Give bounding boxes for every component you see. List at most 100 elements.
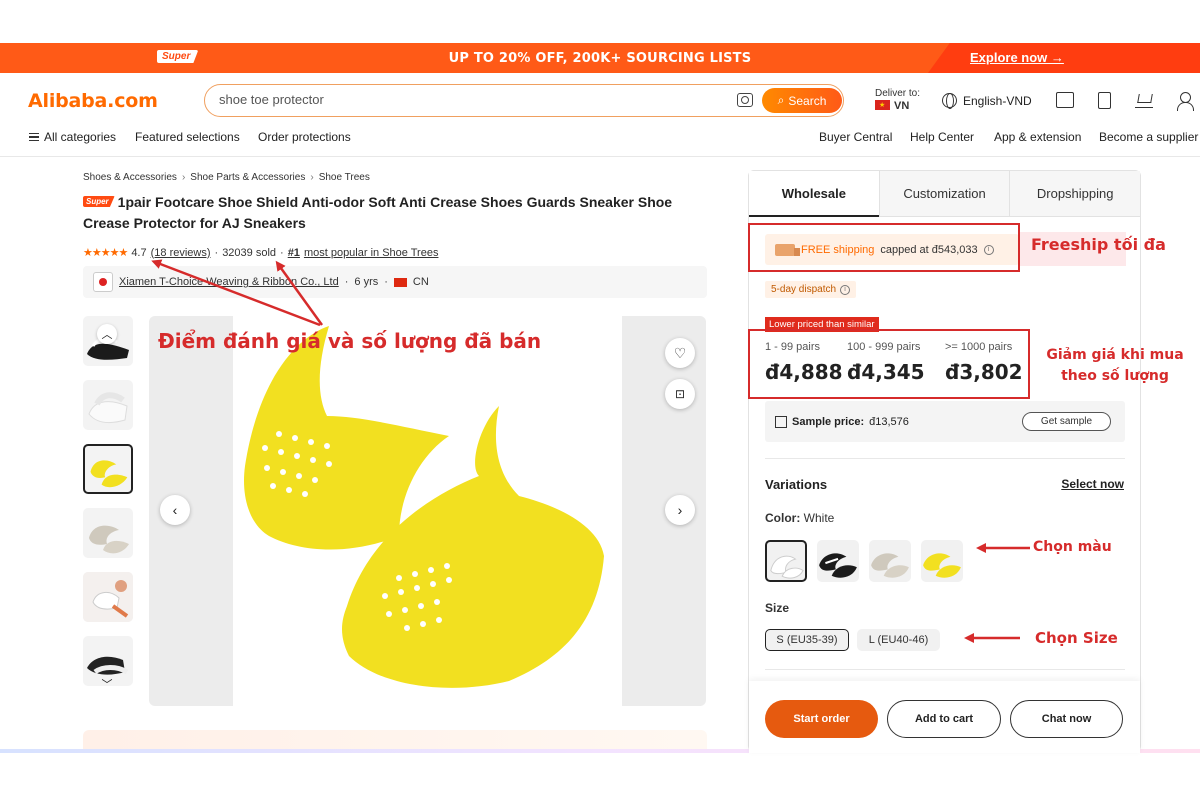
add-to-cart-button[interactable]: Add to cart — [887, 700, 1001, 738]
panel-tabs: Wholesale Customization Dropshipping — [749, 171, 1141, 217]
search-button-label: Search — [788, 93, 827, 108]
sample-price-value: đ13,576 — [869, 415, 909, 428]
size-option-l[interactable]: L (EU40-46) — [857, 629, 940, 651]
language-label: English-VND — [963, 93, 1032, 108]
popular-rank[interactable]: #1 — [288, 247, 300, 259]
subnav-help-center[interactable]: Help Center — [910, 130, 974, 144]
color-swatch-yellow[interactable] — [921, 540, 963, 582]
annotation-freeship: Freeship tối đa — [1031, 235, 1166, 254]
thumbnail-5[interactable] — [83, 572, 133, 622]
promo-strip — [83, 730, 707, 750]
size-option-s[interactable]: S (EU35-39) — [765, 629, 849, 651]
favorite-heart-icon[interactable]: ♡ — [665, 338, 695, 368]
promo-banner[interactable]: Super UP TO 20% OFF, 200K+ SOURCING LIST… — [0, 43, 1200, 73]
product-title-text: 1pair Footcare Shoe Shield Anti-odor Sof… — [83, 194, 673, 231]
next-image-icon[interactable]: › — [665, 495, 695, 525]
thumbnail-up-arrow-icon[interactable]: ︿ — [97, 324, 117, 344]
breadcrumb-item[interactable]: Shoe Parts & Accessories — [190, 172, 305, 183]
sample-price-box: Sample price: đ13,576 Get sample — [765, 401, 1125, 442]
orders-icon[interactable] — [1098, 92, 1111, 109]
info-icon[interactable]: i — [840, 284, 851, 295]
search-button[interactable]: ⌕ Search — [762, 88, 842, 113]
promo-text: UP TO 20% OFF, 200K+ SOURCING LISTS — [448, 50, 752, 66]
main-product-image[interactable]: ‹ › ♡ ⊡ — [149, 316, 706, 706]
super-badge: Super — [83, 196, 115, 207]
annotation-discount-line2: theo số lượng — [1061, 368, 1169, 384]
prev-image-icon[interactable]: ‹ — [160, 495, 190, 525]
dot-separator: · — [384, 276, 388, 288]
color-label: Color: White — [765, 511, 834, 525]
reviews-link[interactable]: (18 reviews) — [151, 247, 211, 259]
dot-separator: · — [280, 246, 284, 259]
thumbnail-2[interactable] — [83, 380, 133, 430]
deliver-country: VN — [894, 100, 910, 112]
get-sample-button[interactable]: Get sample — [1022, 412, 1111, 431]
variations-title: Variations — [765, 477, 828, 492]
language-selector[interactable]: English-VND — [942, 93, 1032, 109]
thumbnail-down-arrow-icon[interactable]: ﹀ — [97, 674, 117, 694]
china-flag-icon — [393, 277, 407, 287]
supplier-logo — [93, 272, 113, 292]
action-bar: Start order Add to cart Chat now — [749, 681, 1140, 753]
supplier-country: CN — [412, 276, 429, 288]
supplier-name-link[interactable]: Xiamen T-Choice Weaving & Ribbon Co., Lt… — [119, 276, 339, 288]
color-label-key: Color: — [765, 511, 801, 525]
dot-separator: · — [344, 276, 349, 288]
divider — [765, 458, 1125, 459]
box-icon — [775, 415, 787, 428]
color-label-value: White — [803, 511, 835, 525]
annotation-box-tier-prices — [748, 329, 1030, 399]
messages-icon[interactable] — [1056, 92, 1074, 108]
select-now-link[interactable]: Select now — [1061, 477, 1124, 491]
dispatch-text: 5-day dispatch — [771, 284, 837, 295]
subnav-buyer-central[interactable]: Buyer Central — [819, 130, 892, 144]
color-swatch-black[interactable] — [817, 540, 859, 582]
subnav-order-protections[interactable]: Order protections — [258, 130, 351, 144]
subnav-label: All categories — [44, 130, 117, 144]
breadcrumb-item[interactable]: Shoe Trees — [319, 172, 370, 183]
image-search-icon[interactable]: ⊡ — [665, 379, 695, 409]
start-order-button[interactable]: Start order — [765, 700, 878, 738]
annotation-discount-line1: Giảm giá khi mua — [1046, 347, 1184, 363]
annotation-rating-sold: Điểm đánh giá và số lượng đã bán — [158, 329, 542, 353]
annotation-discount: Giảm giá khi mua theo số lượng — [1040, 345, 1190, 387]
annotation-box-freeship — [748, 223, 1020, 272]
thumbnail-3[interactable] — [83, 444, 133, 494]
rating-value: 4.7 — [131, 246, 147, 259]
search-icon: ⌕ — [777, 93, 785, 107]
breadcrumb: Shoes & Accessories › Shoe Parts & Accesso… — [83, 172, 370, 183]
globe-icon — [942, 93, 957, 109]
chat-now-button[interactable]: Chat now — [1010, 700, 1123, 738]
color-swatch-white[interactable] — [765, 540, 807, 582]
subnav-app-extension[interactable]: App & extension — [994, 130, 1081, 144]
tab-wholesale[interactable]: Wholesale — [749, 171, 879, 217]
popular-link[interactable]: most popular in Shoe Trees — [304, 247, 439, 259]
sold-count: 32039 sold — [222, 246, 277, 259]
promo-explore-bg — [928, 43, 1200, 73]
color-swatch-grey[interactable] — [869, 540, 911, 582]
sample-price-label: Sample price: — [792, 415, 865, 428]
deliver-to[interactable]: Deliver to: VN — [875, 87, 920, 113]
cart-icon[interactable] — [1135, 92, 1153, 108]
vietnam-flag-icon — [875, 99, 890, 112]
divider — [765, 669, 1125, 670]
annotation-choose-size: Chọn Size — [1035, 629, 1118, 647]
breadcrumb-item[interactable]: Shoes & Accessories — [83, 172, 177, 183]
tab-customization[interactable]: Customization — [878, 171, 1010, 217]
rating-row: ★★★★★ 4.7 (18 reviews) · 32039 sold · #1… — [83, 246, 439, 260]
subnav-featured[interactable]: Featured selections — [135, 130, 240, 144]
subnav-become-supplier[interactable]: Become a supplier — [1099, 130, 1198, 144]
alibaba-logo[interactable]: Alibaba.com — [28, 90, 158, 112]
search-bar: ⌕ Search — [204, 84, 844, 117]
size-label: Size — [765, 601, 790, 615]
account-icon[interactable] — [1177, 92, 1195, 111]
dot-separator: · — [214, 246, 219, 259]
subnav-all-categories[interactable]: All categories — [29, 130, 116, 144]
star-rating-icon: ★★★★★ — [83, 247, 128, 259]
explore-now-link[interactable]: Explore now → — [970, 50, 1064, 65]
search-input[interactable] — [219, 92, 719, 107]
shoe-guard-illustration — [244, 326, 604, 688]
tab-dropshipping[interactable]: Dropshipping — [1009, 171, 1141, 217]
camera-icon[interactable] — [737, 93, 753, 107]
thumbnail-4[interactable] — [83, 508, 133, 558]
